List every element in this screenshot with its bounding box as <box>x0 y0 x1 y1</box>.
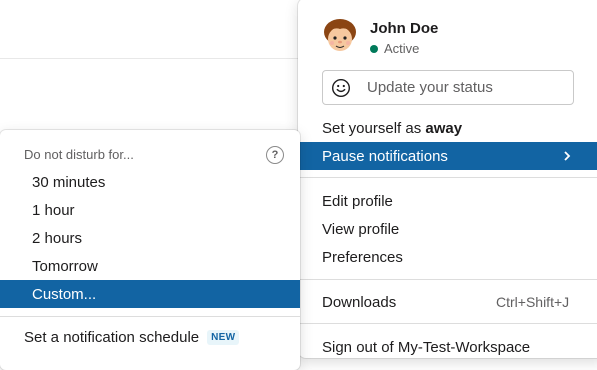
preferences-item[interactable]: Preferences <box>298 243 597 271</box>
dnd-option-1-hour[interactable]: 1 hour <box>0 196 300 224</box>
set-away-item[interactable]: Set yourself as away <box>298 114 597 142</box>
menu-divider <box>298 323 597 324</box>
dnd-option-custom[interactable]: Custom... <box>0 280 300 308</box>
help-icon[interactable]: ? <box>266 146 284 164</box>
sign-out-label: Sign out of My-Test-Workspace <box>322 338 531 356</box>
pause-notifications-label: Pause notifications <box>322 147 448 165</box>
edit-profile-label: Edit profile <box>322 192 393 210</box>
presence-status: Active <box>370 41 419 56</box>
sign-out-item[interactable]: Sign out of My-Test-Workspace <box>298 333 597 361</box>
set-away-bold: away <box>425 119 463 137</box>
dnd-option-tomorrow[interactable]: Tomorrow <box>0 252 300 280</box>
dnd-header: Do not disturb for... <box>24 147 134 162</box>
preferences-label: Preferences <box>322 248 403 266</box>
edit-profile-item[interactable]: Edit profile <box>298 187 597 215</box>
pause-notifications-item[interactable]: Pause notifications <box>298 142 597 170</box>
dnd-option-30-minutes[interactable]: 30 minutes <box>0 168 300 196</box>
downloads-shortcut: Ctrl+Shift+J <box>496 294 570 310</box>
downloads-item[interactable]: Downloads Ctrl+Shift+J <box>298 288 597 316</box>
avatar[interactable] <box>322 18 358 54</box>
profile-menu: John Doe Active Update your status Set y… <box>298 0 597 358</box>
notification-schedule-label: Set a notification schedule <box>24 329 200 346</box>
presence-dot-icon <box>370 44 378 53</box>
status-placeholder: Update your status <box>367 79 493 96</box>
background-divider <box>0 58 300 59</box>
new-badge: NEW <box>207 330 240 345</box>
menu-divider <box>298 177 597 178</box>
downloads-label: Downloads <box>322 293 397 311</box>
smiley-icon <box>331 78 351 97</box>
dnd-option-label: Custom... <box>32 285 97 303</box>
presence-label: Active <box>384 41 420 56</box>
dnd-option-2-hours[interactable]: 2 hours <box>0 224 300 252</box>
dnd-submenu: Do not disturb for... ? 30 minutes 1 hou… <box>0 130 300 370</box>
set-away-label: Set yourself as <box>322 119 426 137</box>
status-input[interactable]: Update your status <box>322 70 574 105</box>
menu-divider <box>298 279 597 280</box>
dnd-option-label: 1 hour <box>32 201 75 219</box>
notification-schedule-item[interactable]: Set a notification schedule NEW <box>24 329 240 346</box>
view-profile-item[interactable]: View profile <box>298 215 597 243</box>
dnd-option-label: 2 hours <box>32 229 83 247</box>
chevron-right-icon <box>563 142 571 170</box>
avatar-image <box>322 18 358 54</box>
dnd-option-label: Tomorrow <box>32 257 98 275</box>
dnd-option-label: 30 minutes <box>32 173 106 191</box>
view-profile-label: View profile <box>322 220 400 238</box>
user-name: John Doe <box>370 20 439 37</box>
dnd-divider <box>0 316 300 317</box>
